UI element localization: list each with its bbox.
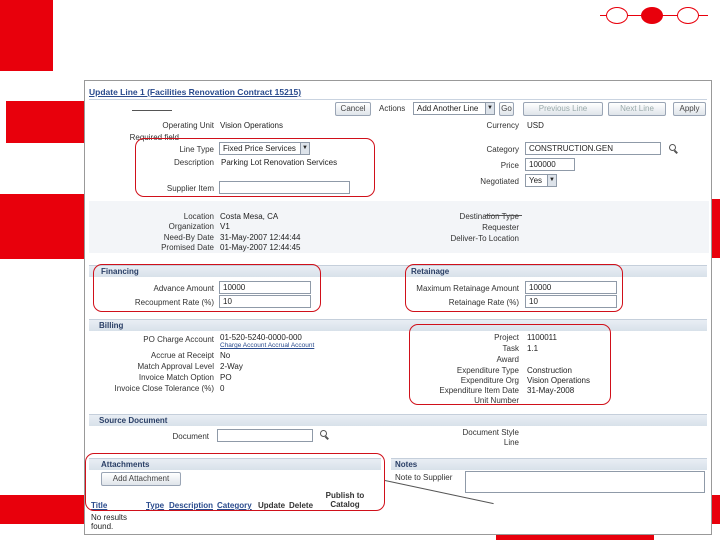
- destination-type-label: Destination Type: [459, 212, 519, 221]
- empty-results-text: No results found.: [91, 513, 128, 531]
- po-charge-links[interactable]: Charge Account Accrual Account: [220, 342, 314, 349]
- match-level-label: Match Approval Level: [137, 362, 215, 371]
- source-document-title: Source Document: [99, 416, 168, 425]
- app-screenshot: Update Line 1 (Facilities Renovation Con…: [84, 80, 712, 535]
- po-charge-label: PO Charge Account: [143, 335, 214, 344]
- requester-label: Requester: [482, 223, 519, 232]
- note-to-supplier-input[interactable]: [465, 471, 705, 493]
- note-to-supplier-label: Note to Supplier: [395, 473, 453, 482]
- search-icon[interactable]: [669, 144, 676, 151]
- organization-label: Organization: [168, 222, 214, 231]
- price-input[interactable]: 100000: [525, 158, 575, 171]
- highlight-ring-retainage: [405, 264, 623, 312]
- highlight-ring-financing: [93, 264, 321, 312]
- actions-select[interactable]: Add Another Line ▼: [413, 102, 495, 115]
- document-style-label: Document Style: [462, 428, 519, 437]
- tolerance-label: Invoice Close Tolerance (%): [114, 384, 214, 393]
- search-icon[interactable]: [320, 430, 327, 437]
- timeline-dot-2: [641, 7, 663, 24]
- currency-value: USD: [527, 121, 544, 130]
- accrue-value: No: [220, 351, 231, 360]
- source-document-band: [89, 414, 707, 426]
- negotiated-value: Yes: [529, 176, 543, 185]
- notes-title: Notes: [395, 460, 418, 469]
- invoice-match-label: Invoice Match Option: [138, 373, 214, 382]
- po-charge-value: 01-520-5240-0000-000: [220, 333, 302, 342]
- match-level-value: 2-Way: [220, 362, 243, 371]
- organization-value: V1: [220, 222, 230, 231]
- document-label: Document: [172, 432, 209, 441]
- chevron-down-icon: ▼: [547, 175, 556, 186]
- notes-band: [391, 458, 707, 470]
- document-input[interactable]: [217, 429, 313, 442]
- need-by-value: 31-May-2007 12:44:44: [220, 233, 301, 242]
- operating-unit-label: Operating Unit: [162, 121, 214, 130]
- need-by-label: Need-By Date: [163, 233, 214, 242]
- currency-label: Currency: [486, 121, 519, 130]
- deliver-to-label: Deliver-To Location: [450, 234, 519, 243]
- category-input[interactable]: CONSTRUCTION.GEN: [525, 142, 661, 155]
- operating-unit-value: Vision Operations: [220, 121, 283, 130]
- title-divider: [89, 99, 707, 100]
- chevron-down-icon: ▼: [485, 103, 494, 114]
- cancel-button[interactable]: Cancel: [335, 102, 371, 116]
- previous-line-button[interactable]: Previous Line: [523, 102, 603, 116]
- document-line-label: Line: [503, 438, 519, 447]
- leader-line-3: [485, 215, 522, 216]
- invoice-match-value: PO: [220, 373, 232, 382]
- highlight-ring-line-info: [135, 138, 375, 197]
- highlight-ring-attachments: [85, 453, 385, 511]
- actions-select-value: Add Another Line: [417, 104, 479, 113]
- promised-date-label: Promised Date: [161, 243, 214, 252]
- timeline-dot-3: [677, 7, 699, 24]
- corner-red-block: [0, 0, 53, 71]
- promised-date-value: 01-May-2007 12:44:45: [220, 243, 301, 252]
- tolerance-value: 0: [220, 384, 225, 393]
- leader-line-1: [132, 110, 172, 111]
- category-label: Category: [486, 145, 519, 154]
- location-value: Costa Mesa, CA: [220, 212, 279, 221]
- price-label: Price: [500, 161, 519, 170]
- billing-title: Billing: [99, 321, 124, 330]
- go-button[interactable]: Go: [499, 102, 514, 116]
- actions-label: Actions: [379, 104, 406, 113]
- negotiated-label: Negotiated: [480, 177, 519, 186]
- accrue-label: Accrue at Receipt: [150, 351, 214, 360]
- page-title: Update Line 1 (Facilities Renovation Con…: [89, 87, 302, 97]
- apply-button[interactable]: Apply: [673, 102, 706, 116]
- timeline-dot-1: [606, 7, 628, 24]
- negotiated-select[interactable]: Yes ▼: [525, 174, 557, 187]
- billing-band: [89, 319, 707, 331]
- highlight-ring-projects: [409, 324, 611, 405]
- location-label: Location: [183, 212, 214, 221]
- bottom-red-band: [0, 495, 84, 524]
- next-line-button[interactable]: Next Line: [608, 102, 666, 116]
